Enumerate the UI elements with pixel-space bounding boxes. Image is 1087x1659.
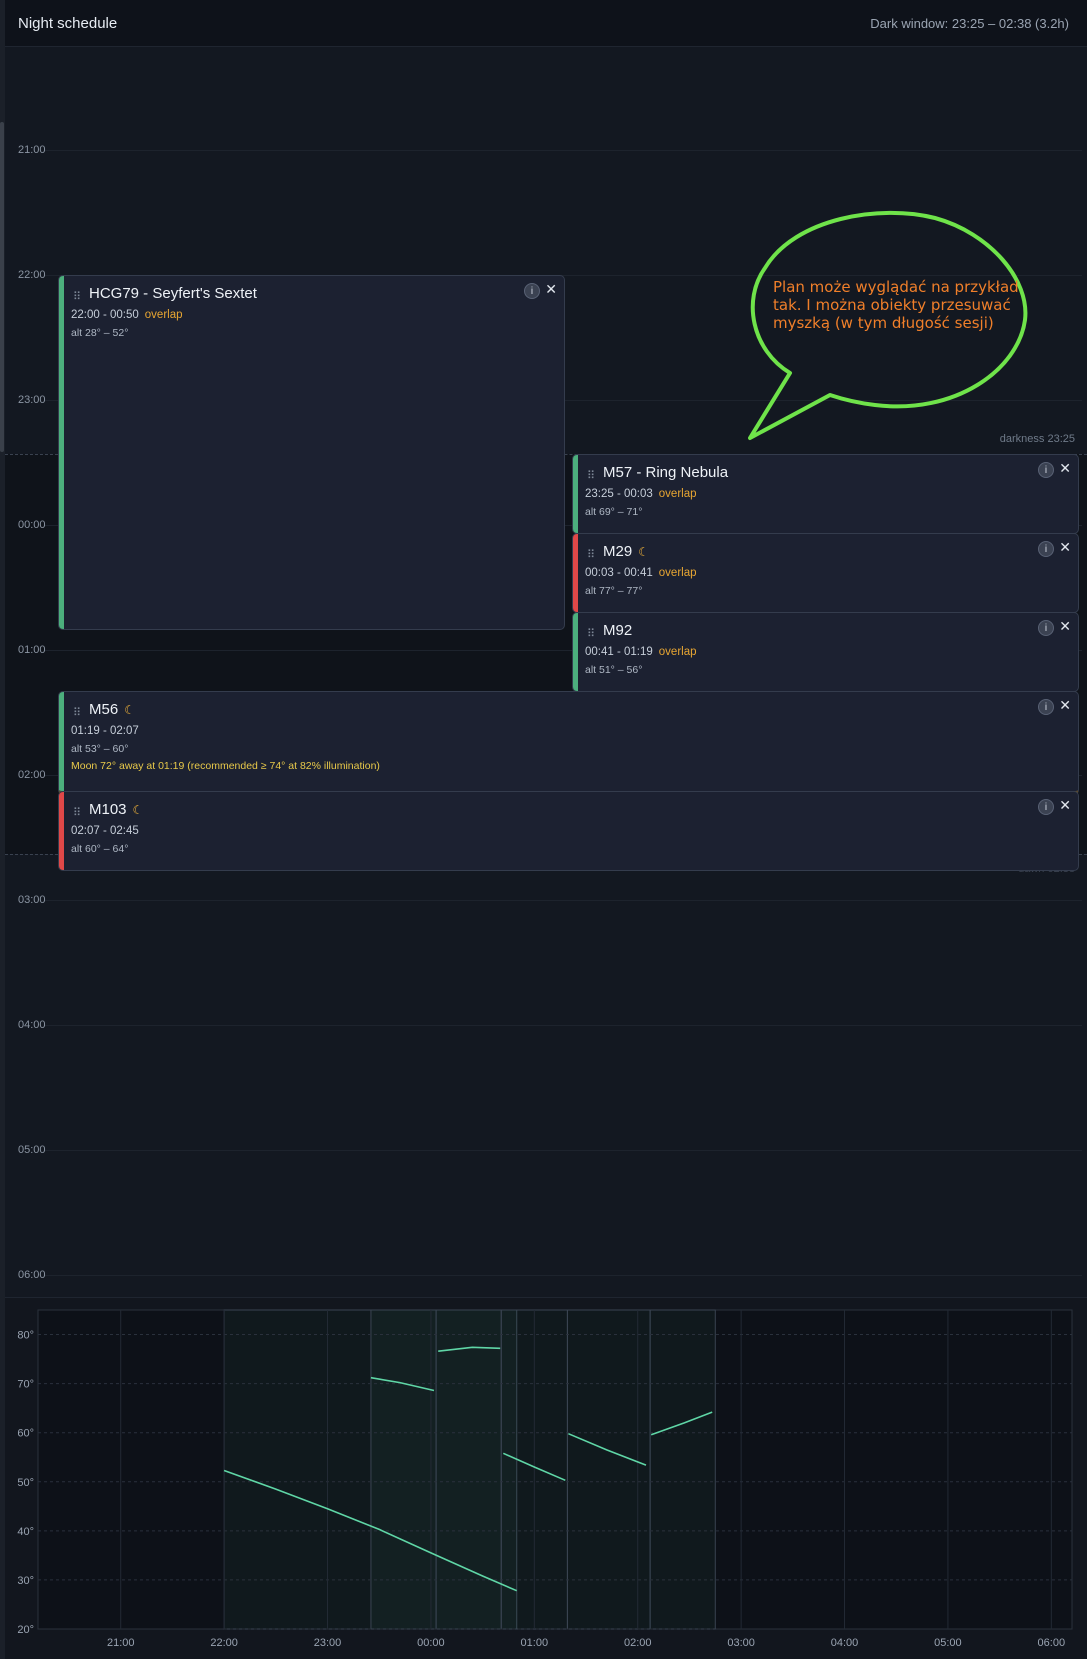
status-bar <box>59 276 64 629</box>
hour-label: 22:00 <box>18 269 46 281</box>
target-time: 00:03 - 00:41 overlap <box>585 567 697 579</box>
drag-handle-icon[interactable]: ⠿ <box>73 806 81 819</box>
altitude-chart-svg: 20° 30° 40° 50° 60° 70° 80° 21:00 22:00 23:00 00:0… <box>17 1309 1073 1649</box>
status-bar <box>59 792 64 870</box>
hour-gridline <box>45 150 1082 151</box>
moon-icon: ☾ <box>638 545 649 559</box>
target-name: M103 ☾ <box>89 801 144 818</box>
moon-icon: ☾ <box>132 803 144 817</box>
target-card-hcg79[interactable]: ⠿ HCG79 - Seyfert's Sextet 22:00 - 00:50… <box>58 275 565 630</box>
hour-gridline <box>45 1275 1082 1276</box>
close-icon[interactable]: ✕ <box>1059 539 1071 556</box>
close-icon[interactable]: ✕ <box>545 281 557 298</box>
dark-window-summary: Dark window: 23:25 – 02:38 (3.2h) <box>870 16 1069 31</box>
info-icon[interactable]: i <box>524 283 540 299</box>
target-time: 22:00 - 00:50 overlap <box>71 309 183 321</box>
moon-warning: Moon 72° away at 01:19 (recommended ≥ 74… <box>71 760 380 772</box>
night-schedule-panel: Night schedule Dark window: 23:25 – 02:3… <box>0 0 1087 1659</box>
x-tick-label: 03:00 <box>727 1637 755 1649</box>
annotation-text: Plan może wyglądać na przykład tak. I mo… <box>773 278 1019 332</box>
status-bar <box>573 534 578 612</box>
x-tick-label: 05:00 <box>934 1637 962 1649</box>
target-altitude: alt 60° – 64° <box>71 843 129 855</box>
hour-label: 21:00 <box>18 144 46 156</box>
target-altitude: alt 69° – 71° <box>585 506 643 518</box>
target-altitude: alt 51° – 56° <box>585 664 643 676</box>
drag-handle-icon[interactable]: ⠿ <box>587 627 595 640</box>
target-altitude: alt 28° – 52° <box>71 327 129 339</box>
x-tick-label: 01:00 <box>521 1637 549 1649</box>
close-icon[interactable]: ✕ <box>1059 460 1071 477</box>
hour-label: 05:00 <box>18 1144 46 1156</box>
hour-label: 04:00 <box>18 1019 46 1031</box>
close-icon[interactable]: ✕ <box>1059 618 1071 635</box>
y-tick-label: 40° <box>17 1526 34 1538</box>
hour-gridline <box>45 900 1082 901</box>
x-tick-label: 22:00 <box>210 1637 238 1649</box>
target-card-m29[interactable]: ⠿ M29 ☾ 00:03 - 00:41 overlap alt 77° – 77… <box>572 533 1079 613</box>
y-tick-label: 60° <box>17 1428 34 1440</box>
target-time: 01:19 - 02:07 <box>71 725 139 737</box>
x-tick-label: 02:00 <box>624 1637 652 1649</box>
hour-label: 06:00 <box>18 1269 46 1281</box>
info-icon[interactable]: i <box>1038 620 1054 636</box>
target-time: 00:41 - 01:19 overlap <box>585 646 697 658</box>
altitude-chart: 20° 30° 40° 50° 60° 70° 80° 21:00 22:00 23:00 00:0… <box>5 1297 1087 1659</box>
hour-gridline <box>45 1150 1082 1151</box>
close-icon[interactable]: ✕ <box>1059 697 1071 714</box>
status-bar <box>573 613 578 691</box>
info-icon[interactable]: i <box>1038 541 1054 557</box>
hour-label: 23:00 <box>18 394 46 406</box>
overlap-badge: overlap <box>658 488 697 500</box>
target-card-m103[interactable]: ⠿ M103 ☾ 02:07 - 02:45 alt 60° – 64° i ✕ <box>58 791 1079 871</box>
y-tick-label: 70° <box>17 1379 34 1391</box>
session-window <box>435 1309 502 1630</box>
target-altitude: alt 53° – 60° <box>71 743 129 755</box>
y-tick-label: 50° <box>17 1477 34 1489</box>
y-tick-label: 20° <box>17 1624 34 1636</box>
y-tick-label: 30° <box>17 1575 34 1587</box>
moon-icon: ☾ <box>124 703 135 717</box>
drag-handle-icon[interactable]: ⠿ <box>73 290 81 303</box>
x-tick-label: 23:00 <box>314 1637 342 1649</box>
close-icon[interactable]: ✕ <box>1059 797 1071 814</box>
overlap-badge: overlap <box>658 646 697 658</box>
schedule-header: Night schedule Dark window: 23:25 – 02:3… <box>5 0 1087 47</box>
status-bar <box>59 692 64 791</box>
drag-handle-icon[interactable]: ⠿ <box>73 706 81 719</box>
x-tick-label: 21:00 <box>107 1637 135 1649</box>
info-icon[interactable]: i <box>1038 799 1054 815</box>
target-name: HCG79 - Seyfert's Sextet <box>89 285 257 302</box>
hour-label: 00:00 <box>18 519 46 531</box>
drag-handle-icon[interactable]: ⠿ <box>587 469 595 482</box>
session-window <box>370 1309 437 1630</box>
target-time: 23:25 - 00:03 overlap <box>585 488 697 500</box>
info-icon[interactable]: i <box>1038 699 1054 715</box>
hour-label: 02:00 <box>18 769 46 781</box>
x-tick-label: 00:00 <box>417 1637 445 1649</box>
x-tick-label: 04:00 <box>831 1637 859 1649</box>
target-name: M56 ☾ <box>89 701 135 718</box>
x-tick-label: 06:00 <box>1038 1637 1066 1649</box>
drag-handle-icon[interactable]: ⠿ <box>587 548 595 561</box>
target-name: M57 - Ring Nebula <box>603 464 729 481</box>
scrollbar[interactable] <box>0 122 4 452</box>
target-card-m57[interactable]: ⠿ M57 - Ring Nebula 23:25 - 00:03 overlap… <box>572 454 1079 534</box>
target-name: M29 ☾ <box>603 543 649 560</box>
hour-label: 01:00 <box>18 644 46 656</box>
status-bar <box>573 455 578 533</box>
overlap-badge: overlap <box>144 309 183 321</box>
page-title: Night schedule <box>18 15 118 32</box>
session-window <box>649 1309 716 1630</box>
info-icon[interactable]: i <box>1038 462 1054 478</box>
target-altitude: alt 77° – 77° <box>585 585 643 597</box>
overlap-badge: overlap <box>658 567 697 579</box>
y-tick-label: 80° <box>17 1330 34 1342</box>
target-card-m56[interactable]: ⠿ M56 ☾ 01:19 - 02:07 alt 53° – 60° Moon … <box>58 691 1079 795</box>
target-time: 02:07 - 02:45 <box>71 825 139 837</box>
target-card-m92[interactable]: ⠿ M92 00:41 - 01:19 overlap alt 51° – 56°… <box>572 612 1079 692</box>
hour-label: 03:00 <box>18 894 46 906</box>
hour-gridline <box>45 1025 1082 1026</box>
target-name: M92 <box>603 622 633 639</box>
